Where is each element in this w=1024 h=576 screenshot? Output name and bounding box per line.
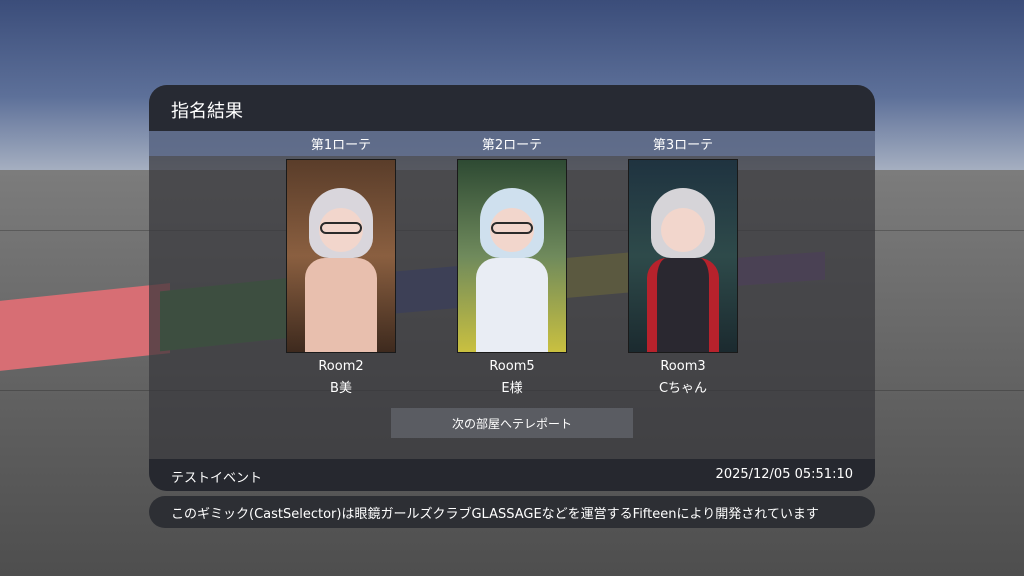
event-name: テストイベント [171, 471, 263, 486]
teleport-next-room-button[interactable]: 次の部屋へテレポート [391, 408, 633, 438]
cast-avatar-image [457, 159, 567, 353]
panel-header: 指名結果 [149, 85, 875, 131]
rotation-label: 第1ローテ [310, 138, 372, 153]
room-name: Room5 [489, 359, 535, 374]
rotation-label: 第3ローテ [652, 138, 714, 153]
cast-name: B美 [330, 381, 352, 396]
panel-title: 指名結果 [171, 101, 243, 122]
panel-footer: テストイベント 2025/12/05 05:51:10 [149, 459, 875, 491]
cast-avatar-image [628, 159, 738, 353]
cast-name: E様 [501, 381, 523, 396]
rotation-slot-2: 第2ローテ Room5 E様 [457, 137, 567, 396]
rotation-label: 第2ローテ [481, 138, 543, 153]
cast-avatar-image [286, 159, 396, 353]
rotation-slot-3: 第3ローテ Room3 Cちゃん [628, 137, 738, 396]
cast-name: Cちゃん [658, 381, 708, 396]
credit-text: このギミック(CastSelector)は眼鏡ガールズクラブGLASSAGEなど… [171, 506, 819, 522]
credit-banner: このギミック(CastSelector)は眼鏡ガールズクラブGLASSAGEなど… [149, 496, 875, 528]
nomination-result-panel: 指名結果 第1ローテ Room2 B美 第2ローテ Room5 E様 第3ローテ [149, 85, 875, 491]
room-name: Room3 [660, 359, 706, 374]
room-name: Room2 [318, 359, 364, 374]
rotation-slot-1: 第1ローテ Room2 B美 [286, 137, 396, 396]
datetime-display: 2025/12/05 05:51:10 [715, 467, 853, 482]
